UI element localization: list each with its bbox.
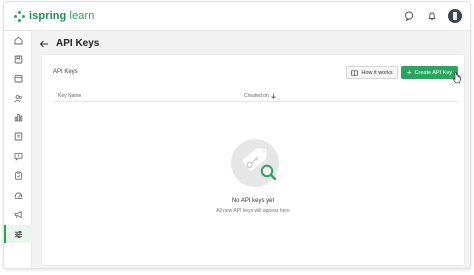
column-created-on[interactable]: Created on [244,93,276,99]
page-header: API Keys [39,38,99,49]
chat-bubble-icon[interactable] [402,9,416,23]
how-it-works-label: How it works [361,69,393,76]
ispring-logo[interactable]: ispring learn [14,10,95,22]
sort-down-arrow-icon [271,93,276,99]
plus-icon: + [406,67,412,77]
sidebar-item-messages[interactable] [4,147,32,165]
courses-icon [14,55,22,63]
column-created-on-label: Created on [244,93,269,99]
sidebar-item-courses[interactable] [4,50,32,68]
sidebar-item-settings[interactable] [4,225,32,243]
gamification-icon [14,192,22,199]
sidebar-item-users[interactable] [4,89,32,107]
reports-icon [14,113,22,121]
calendar-icon [14,74,22,82]
back-arrow-icon[interactable] [39,39,49,49]
catalog-icon [14,132,22,140]
app-window: ispring learn API Keys API Keys How it w… [3,1,471,269]
sidebar-item-announcements[interactable] [4,205,32,223]
messages-icon [14,152,22,161]
create-api-key-label: Create API Key [414,69,453,76]
users-icon [13,94,22,102]
sidebar-item-reports[interactable] [4,108,32,126]
top-icons [402,9,462,23]
table-header: Key Name Created on [54,91,458,102]
empty-state-title: No API keys yet [231,198,275,204]
book-icon [351,69,359,76]
logo-text: ispring learn [29,10,95,22]
create-api-key-button[interactable]: + Create API Key [401,66,458,79]
sidebar-item-gamification[interactable] [4,186,32,204]
empty-state-subtitle: All new API keys will appear here [216,208,290,214]
tasks-icon [14,170,22,180]
mouse-cursor-icon [452,72,461,84]
top-bar: ispring learn [4,2,470,31]
how-it-works-button[interactable]: How it works [346,66,398,79]
sidebar-item-calendar[interactable] [4,69,32,87]
empty-keys-illustration [231,139,279,187]
page-title: API Keys [56,38,100,49]
column-key-name: Key Name [58,93,82,99]
api-keys-card: API Keys How it works + Create API Key K… [41,54,465,266]
logo-mark-icon [14,10,25,22]
sidebar-item-tasks[interactable] [4,166,32,184]
home-icon [14,36,22,44]
sidebar [4,31,32,268]
sidebar-item-catalog[interactable] [4,127,32,145]
sidebar-item-home[interactable] [4,31,32,49]
announcements-icon [14,210,22,218]
card-title: API Keys [53,69,78,75]
bell-icon[interactable] [425,9,439,23]
user-avatar[interactable] [448,9,462,23]
settings-icon [14,230,22,238]
